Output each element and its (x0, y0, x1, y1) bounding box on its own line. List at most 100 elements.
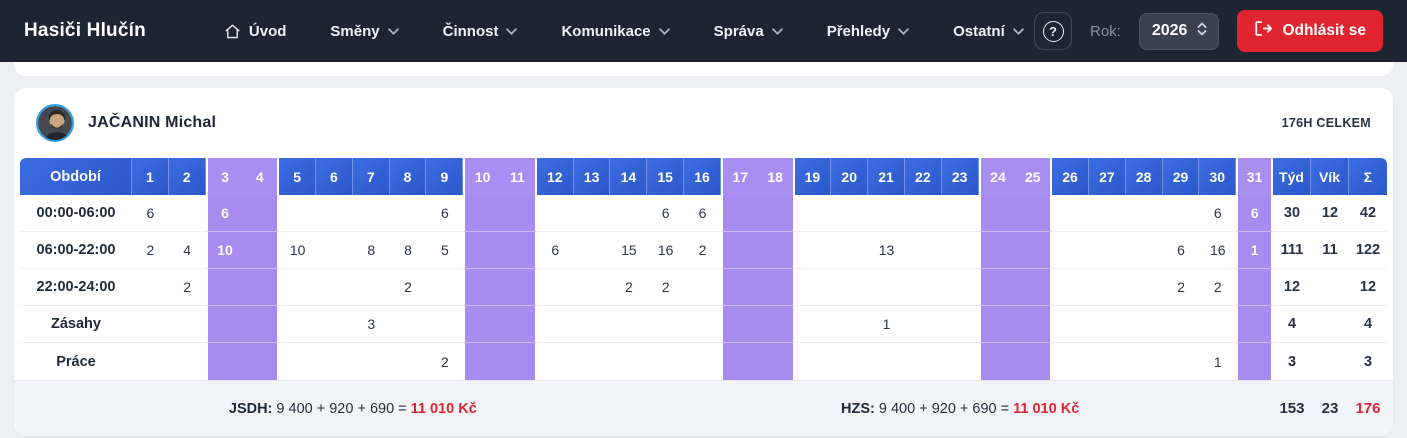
day-cell-3 (206, 306, 243, 343)
day-cell-15: 2 (647, 269, 684, 306)
day-cell-15 (647, 306, 684, 343)
year-value: 2026 (1152, 22, 1188, 40)
day-cell-11 (500, 306, 537, 343)
day-header-5: 5 (279, 158, 316, 195)
help-icon: ? (1043, 21, 1064, 42)
day-cell-29 (1163, 306, 1200, 343)
day-cell-13 (574, 269, 611, 306)
day-cell-30: 6 (1199, 195, 1236, 232)
day-cell-25 (1015, 269, 1052, 306)
day-cell-13 (574, 232, 611, 269)
day-cell-27 (1089, 269, 1126, 306)
row-label: 22:00-24:00 (20, 269, 132, 306)
day-cell-21: 13 (868, 232, 905, 269)
nav-item-sprava[interactable]: Správa (714, 23, 783, 40)
nav-item-label: Přehledy (827, 23, 890, 40)
day-cell-21: 1 (868, 306, 905, 343)
day-cell-19 (795, 232, 832, 269)
day-header-15: 15 (647, 158, 684, 195)
day-cell-29: 2 (1163, 269, 1200, 306)
logout-label: Odhlásit se (1282, 22, 1366, 40)
help-button[interactable]: ? (1034, 12, 1072, 50)
jsdh-total: 11 010 Kč (411, 401, 477, 417)
day-cell-17 (721, 195, 758, 232)
day-cell-22 (905, 306, 942, 343)
table-row-00-00-06-00: 00:00-06:006666666301242 (20, 195, 1387, 232)
day-cell-5 (279, 343, 316, 380)
nav-item-smeny[interactable]: Směny (330, 23, 398, 40)
day-cell-20 (831, 195, 868, 232)
day-cell-12 (537, 269, 574, 306)
day-cell-9: 5 (426, 232, 463, 269)
day-cell-6 (316, 195, 353, 232)
day-header-17: 17 (721, 158, 758, 195)
nav-item-cinnost[interactable]: Činnost (443, 23, 518, 40)
day-cell-23 (942, 306, 979, 343)
nav-item-prehledy[interactable]: Přehledy (827, 23, 909, 40)
chevron-down-icon (1013, 28, 1024, 35)
day-cell-6 (316, 269, 353, 306)
row-label: Práce (20, 343, 132, 380)
weekend-hours-total: 23 (1311, 400, 1349, 417)
day-cell-12 (537, 195, 574, 232)
day-cell-12: 6 (537, 232, 574, 269)
day-cell-14 (610, 343, 647, 380)
day-cell-31: 6 (1236, 195, 1273, 232)
table-footer: JSDH: 9 400 + 920 + 690 = 11 010 Kč HZS:… (14, 380, 1393, 436)
hzs-formula: 9 400 + 920 + 690 = (879, 401, 1009, 417)
nav-item-komunikace[interactable]: Komunikace (561, 23, 669, 40)
day-cell-5 (279, 306, 316, 343)
chevron-down-icon (772, 28, 783, 35)
weekend-sum-cell: 11 (1311, 232, 1349, 269)
nav-item-uvod[interactable]: Úvod (224, 23, 287, 40)
day-cell-14 (610, 306, 647, 343)
chevron-down-icon (659, 28, 670, 35)
total-sum-cell: 122 (1349, 232, 1387, 269)
day-cell-26 (1052, 306, 1089, 343)
day-cell-29: 6 (1163, 232, 1200, 269)
avatar[interactable] (36, 104, 74, 142)
logout-button[interactable]: Odhlásit se (1237, 10, 1383, 52)
grand-total: 176 (1349, 400, 1387, 417)
day-cell-16 (684, 343, 721, 380)
day-cell-3: 6 (206, 195, 243, 232)
day-cell-11 (500, 232, 537, 269)
day-cell-16: 2 (684, 232, 721, 269)
day-header-21: 21 (868, 158, 905, 195)
nav-item-label: Směny (330, 23, 379, 40)
day-cell-27 (1089, 343, 1126, 380)
day-cell-21 (868, 195, 905, 232)
nav-item-ostatni[interactable]: Ostatní (953, 23, 1024, 40)
day-header-16: 16 (684, 158, 721, 195)
member-card: JAČANIN Michal 176H CELKEM Období1234567… (14, 88, 1393, 436)
row-label: 06:00-22:00 (20, 232, 132, 269)
day-cell-26 (1052, 232, 1089, 269)
total-sum-cell: 3 (1349, 343, 1387, 380)
day-cell-8 (390, 195, 427, 232)
navbar-right: ? Rok: 2026 Odhlásit se (1034, 10, 1383, 52)
day-header-19: 19 (795, 158, 832, 195)
logout-icon (1254, 20, 1272, 42)
day-header-23: 23 (942, 158, 979, 195)
day-header-9: 9 (426, 158, 463, 195)
day-cell-29 (1163, 195, 1200, 232)
day-header-7: 7 (353, 158, 390, 195)
day-header-10: 10 (463, 158, 500, 195)
period-header: Období (20, 158, 132, 195)
day-cell-21 (868, 269, 905, 306)
day-cell-6 (316, 306, 353, 343)
day-cell-14: 2 (610, 269, 647, 306)
day-cell-15 (647, 343, 684, 380)
day-cell-15: 16 (647, 232, 684, 269)
day-cell-24 (979, 232, 1016, 269)
day-cell-18 (758, 306, 795, 343)
total-sum-cell: 42 (1349, 195, 1387, 232)
day-header-20: 20 (831, 158, 868, 195)
day-cell-4 (242, 195, 279, 232)
day-cell-28 (1126, 269, 1163, 306)
week-sum-cell: 12 (1273, 269, 1311, 306)
table-row-zasahy: Zásahy3144 (20, 306, 1387, 343)
day-cell-22 (905, 195, 942, 232)
year-select[interactable]: 2026 (1139, 13, 1220, 50)
nav-item-label: Činnost (443, 23, 499, 40)
